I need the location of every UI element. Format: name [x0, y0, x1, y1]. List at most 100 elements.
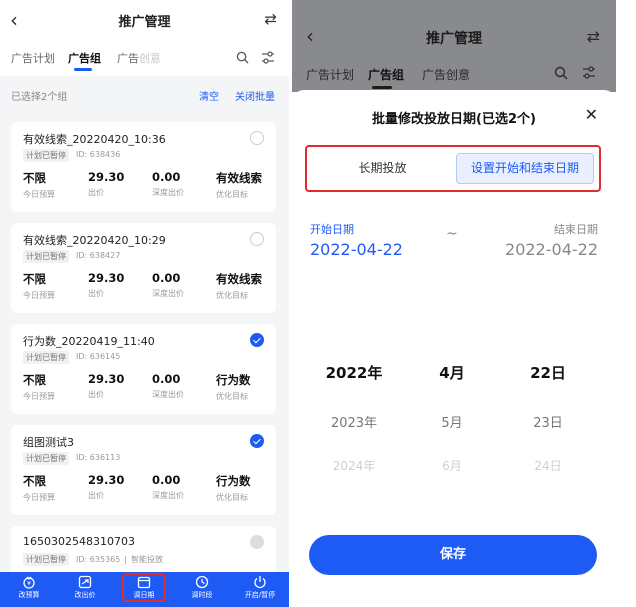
ad-group-card[interactable]: 有效线索_20220420_10:29 计划已暂停 ID: 638427 不限今…	[11, 223, 276, 313]
page-title: 推广管理	[426, 31, 482, 47]
clear-button[interactable]: 清空	[199, 88, 219, 103]
tab-bar: 广告计划 广告组 广告创意	[0, 40, 289, 76]
metric-bid: 29.30 出价	[88, 170, 125, 197]
metric-deep-bid: 0.00 深度出价	[152, 372, 184, 399]
change-budget-button[interactable]: ¥ 改预算	[9, 575, 49, 600]
date-range-option[interactable]: 设置开始和结束日期	[456, 153, 594, 184]
tab-ad-plan: 广告计划	[306, 68, 355, 82]
select-checkbox[interactable]	[250, 232, 264, 246]
day-option: 23日	[533, 416, 563, 431]
end-date-label: 结束日期	[554, 223, 598, 236]
close-icon[interactable]: ✕	[585, 105, 598, 124]
day-selected: 22日	[530, 364, 566, 382]
card-name: 行为数_20220419_11:40	[23, 335, 155, 348]
card-id: ID: 636145	[76, 352, 121, 361]
year-option: 2023年	[330, 416, 378, 431]
metric-goal: 行为数 优化目标	[216, 373, 251, 401]
ad-group-card[interactable]: 行为数_20220419_11:40 计划已暂停 ID: 636145 不限 今日…	[11, 324, 276, 414]
card-id: ID: 635365 | 智能投放	[76, 555, 163, 564]
batch-action-bar: ¥ 改预算 改出价 调日期 调时段 开启/暂停	[0, 572, 289, 607]
metric-deep-bid: 0.00 深度出价	[152, 473, 184, 500]
adjust-date-button[interactable]: 调日期	[122, 573, 166, 602]
tab-ad-creative: 广告创意	[422, 68, 471, 82]
metric-budget: 不限 今日预算	[23, 171, 55, 199]
metric-budget: 不限 今日预算	[23, 474, 55, 502]
long-term-option[interactable]: 长期投放	[315, 153, 450, 184]
swap-icon: ⇄	[586, 27, 600, 46]
tab-ad-group[interactable]: 广告组	[68, 50, 101, 66]
start-date-value[interactable]: 2022-04-22	[310, 240, 403, 259]
metric-budget: 不限 今日预算	[23, 373, 55, 401]
select-checkbox-checked[interactable]	[250, 333, 264, 347]
save-button[interactable]: 保存	[309, 535, 597, 575]
select-checkbox-disabled[interactable]	[250, 535, 264, 549]
right-screen: ‹ 推广管理 ⇄ 广告计划 广告组 广告创意 批量修改投放日期(已选2个) ✕ …	[292, 0, 616, 607]
bid-icon	[78, 575, 92, 589]
swap-icon[interactable]: ⇄	[264, 10, 277, 28]
dimmed-background[interactable]: ‹ 推广管理 ⇄ 广告计划 广告组 广告创意	[292, 0, 616, 92]
status-tag: 计划已暂停	[23, 250, 69, 263]
card-id: ID: 636113	[76, 453, 121, 462]
selection-bar: 已选择2个组 清空 关闭批量	[0, 76, 289, 112]
start-date-label: 开始日期	[310, 223, 354, 236]
calendar-icon	[137, 576, 151, 589]
active-tab-indicator	[372, 86, 392, 89]
month-option: 6月	[442, 459, 462, 473]
filter-settings-icon	[583, 66, 595, 79]
ad-group-card[interactable]: 组图测试3 计划已暂停 ID: 636113 不限 今日预算 29.30 出价 0.…	[11, 425, 276, 515]
smart-delivery-label: 智能投放	[131, 555, 163, 564]
date-picker[interactable]: 2022年 2023年 2024年 4月 5月 6月 22日 23日 24日	[292, 360, 616, 480]
month-option: 5月	[441, 416, 463, 431]
close-batch-button[interactable]: 关闭批量	[235, 88, 275, 103]
status-tag: 计划已暂停	[23, 351, 69, 364]
metric-bid: 29.30 出价	[88, 473, 125, 500]
active-tab-indicator	[74, 68, 92, 71]
tab-ad-creative[interactable]: 广告创意	[117, 50, 161, 66]
clock-icon	[195, 575, 209, 589]
day-column[interactable]: 22日 23日 24日	[498, 360, 598, 479]
day-option: 24日	[534, 459, 562, 473]
page-title: 推广管理	[118, 15, 171, 30]
change-bid-button[interactable]: 改出价	[65, 575, 105, 600]
ad-group-card[interactable]: 有效线索_20220420_10:36 计划已暂停 ID: 638436 不限今…	[11, 122, 276, 212]
delivery-mode-toggle: 长期投放 设置开始和结束日期	[305, 145, 601, 192]
select-checkbox-checked[interactable]	[250, 434, 264, 448]
month-selected: 4月	[439, 364, 465, 382]
tab-ad-plan[interactable]: 广告计划	[11, 50, 55, 66]
card-name: 组图测试3	[23, 436, 74, 449]
status-tag: 计划已暂停	[23, 553, 69, 566]
svg-text:¥: ¥	[27, 581, 31, 588]
top-nav-bar: ‹ 推广管理 ⇄	[0, 0, 289, 40]
card-name: 1650302548310703	[23, 535, 135, 548]
power-icon	[254, 576, 266, 589]
sheet-title: 批量修改投放日期(已选2个)	[372, 112, 536, 127]
card-name: 有效线索_20220420_10:36	[23, 133, 166, 146]
budget-icon: ¥	[23, 576, 35, 589]
status-tag: 计划已暂停	[23, 452, 69, 465]
search-icon[interactable]	[236, 51, 249, 64]
metric-budget: 不限 今日预算	[23, 272, 55, 300]
month-column[interactable]: 4月 5月 6月	[402, 360, 502, 479]
status-tag: 计划已暂停	[23, 149, 69, 162]
card-id: ID: 638427	[76, 251, 121, 260]
metric-goal: 有效线索 优化目标	[216, 171, 262, 199]
year-column[interactable]: 2022年 2023年 2024年	[304, 360, 404, 479]
filter-settings-icon[interactable]	[261, 51, 275, 64]
end-date-value[interactable]: 2022-04-22	[505, 240, 598, 259]
metric-deep-bid: 0.00 深度出价	[152, 170, 184, 197]
select-checkbox[interactable]	[250, 131, 264, 145]
tab-ad-group: 广告组	[368, 68, 405, 82]
adjust-timeslot-button[interactable]: 调时段	[182, 575, 222, 600]
metric-bid: 29.30 出价	[88, 372, 125, 399]
metric-goal: 有效线索 优化目标	[216, 272, 262, 300]
card-id: ID: 638436	[76, 150, 121, 159]
metric-deep-bid: 0.00 深度出价	[152, 271, 184, 298]
date-separator: ~	[446, 226, 458, 242]
year-option: 2024年	[332, 459, 376, 473]
toggle-pause-button[interactable]: 开启/暂停	[240, 575, 280, 600]
metric-goal: 行为数 优化目标	[216, 474, 251, 502]
selection-count: 已选择2个组	[11, 92, 68, 103]
year-selected: 2022年	[325, 364, 383, 382]
date-bottom-sheet: 批量修改投放日期(已选2个) ✕ 长期投放 设置开始和结束日期 开始日期 202…	[292, 90, 616, 607]
left-screen: ‹ 推广管理 ⇄ 广告计划 广告组 广告创意 已选择2个组 清空 关闭批量 有效…	[0, 0, 289, 607]
